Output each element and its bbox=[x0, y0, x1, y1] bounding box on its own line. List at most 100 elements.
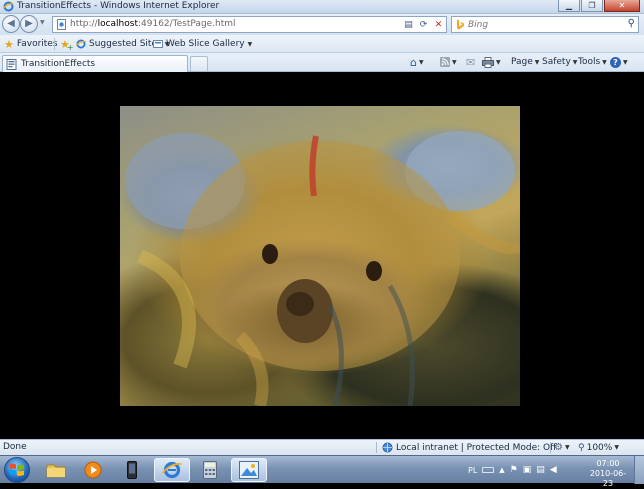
clock[interactable]: 07:00 2010-06-23 bbox=[588, 459, 628, 489]
tab-label: TransitionEffects bbox=[21, 59, 96, 69]
favorite-web-slice-gallery[interactable]: Web Slice Gallery ▼ bbox=[153, 35, 252, 53]
phone-icon bbox=[127, 461, 137, 479]
intranet-globe-icon bbox=[382, 442, 393, 453]
search-box[interactable]: ⚲ bbox=[451, 16, 639, 33]
start-button[interactable] bbox=[4, 457, 30, 483]
chevron-down-icon: ▼ bbox=[614, 444, 619, 451]
minimize-icon: ▁ bbox=[565, 0, 573, 10]
help-button[interactable]: ? ▼ bbox=[610, 53, 628, 71]
home-icon: ⌂ bbox=[410, 55, 417, 69]
taskbar-phone[interactable] bbox=[114, 458, 150, 482]
keyboard-icon[interactable] bbox=[482, 467, 495, 473]
chevron-down-icon: ▼ bbox=[623, 58, 628, 66]
taskbar-internet-explorer[interactable] bbox=[154, 458, 190, 482]
notification-area: PL ▲ ⚑ ▣ ▤ ◀ bbox=[468, 456, 557, 484]
ie-logo-icon bbox=[3, 1, 14, 12]
zoom-button[interactable]: ⚲ 100% ▼ bbox=[578, 440, 619, 455]
address-field[interactable]: http://localhost:49162/TestPage.html ▤ ⟳… bbox=[52, 16, 447, 33]
page-content bbox=[0, 72, 644, 439]
protected-mode-button[interactable]: ⚙ ▼ bbox=[554, 440, 570, 455]
ie-icon bbox=[76, 39, 86, 49]
chevron-down-icon: ▼ bbox=[452, 58, 457, 66]
read-mail-button[interactable]: ✉ bbox=[466, 53, 475, 71]
search-input[interactable] bbox=[468, 17, 618, 32]
bing-icon bbox=[457, 19, 464, 30]
windows-logo-icon bbox=[10, 463, 24, 476]
stop-icon[interactable]: ✕ bbox=[431, 18, 446, 31]
home-button[interactable]: ⌂ ▼ bbox=[410, 53, 424, 71]
refresh-icon[interactable]: ⟳ bbox=[416, 18, 431, 31]
network-icon[interactable]: ▤ bbox=[536, 465, 545, 475]
taskbar-explorer[interactable] bbox=[38, 458, 74, 482]
safety-menu-label: Safety bbox=[542, 57, 571, 67]
recent-pages-dropdown-icon[interactable]: ▼ bbox=[40, 19, 45, 26]
taskbar: PL ▲ ⚑ ▣ ▤ ◀ 07:00 2010-06-23 bbox=[0, 455, 644, 488]
suggested-sites-label: Suggested Sites bbox=[89, 39, 162, 49]
window-title: TransitionEffects - Windows Internet Exp… bbox=[17, 1, 220, 11]
favorites-bar: ★ Favorites ★ + Suggested Sites ▼ Web Sli… bbox=[0, 35, 644, 53]
tab-command-bar: TransitionEffects ⌂ ▼ ▼ ✉ ▼ Page ▼ Safet… bbox=[0, 53, 644, 72]
forward-arrow-icon: ▶ bbox=[25, 18, 33, 29]
restore-button[interactable]: ❐ bbox=[581, 0, 603, 12]
chevron-down-icon: ▼ bbox=[247, 40, 253, 48]
status-text: Done bbox=[3, 442, 27, 452]
close-button[interactable]: ✕ bbox=[604, 0, 640, 12]
mail-icon: ✉ bbox=[466, 55, 476, 69]
new-tab-button[interactable] bbox=[190, 56, 208, 71]
zoom-level: 100% bbox=[586, 442, 613, 453]
close-icon: ✕ bbox=[618, 0, 626, 10]
rss-feed-icon bbox=[440, 57, 450, 67]
page-menu[interactable]: Page ▼ bbox=[511, 53, 539, 71]
add-to-favorites-bar-button[interactable]: ★ + bbox=[60, 35, 74, 53]
page-icon bbox=[57, 19, 66, 30]
favorites-button[interactable]: ★ Favorites bbox=[4, 35, 58, 53]
security-zone[interactable]: Local intranet | Protected Mode: Off bbox=[382, 440, 556, 455]
title-bar[interactable]: TransitionEffects - Windows Internet Exp… bbox=[0, 0, 644, 14]
chevron-down-icon: ▼ bbox=[534, 58, 540, 66]
ie-icon bbox=[162, 461, 182, 479]
gear-icon: ⚙ bbox=[554, 442, 563, 453]
koala-illustration bbox=[125, 131, 520, 406]
show-desktop-button[interactable] bbox=[634, 456, 644, 484]
back-button[interactable]: ◀ bbox=[2, 15, 20, 33]
chevron-down-icon: ▼ bbox=[572, 58, 578, 66]
feeds-button[interactable]: ▼ bbox=[440, 53, 457, 71]
print-button[interactable]: ▼ bbox=[482, 53, 501, 71]
chevron-down-icon: ▼ bbox=[602, 58, 607, 66]
safely-remove-icon[interactable]: ▣ bbox=[523, 465, 532, 475]
taskbar-paint[interactable] bbox=[231, 458, 267, 482]
chevron-down-icon: ▼ bbox=[418, 58, 424, 66]
tools-menu-label: Tools bbox=[578, 57, 601, 67]
zoom-icon: ⚲ bbox=[578, 442, 585, 453]
address-bar-row: ◀ ▶ ▼ http://localhost:49162/TestPage.ht… bbox=[0, 14, 644, 35]
tools-menu[interactable]: Tools ▼ bbox=[578, 53, 607, 71]
language-indicator[interactable]: PL bbox=[468, 466, 477, 475]
favorites-label: Favorites bbox=[16, 39, 58, 49]
koala-transition-image bbox=[120, 106, 520, 406]
restore-icon: ❐ bbox=[588, 0, 596, 10]
search-icon[interactable]: ⚲ bbox=[628, 18, 635, 29]
web-slice-gallery-label: Web Slice Gallery bbox=[166, 39, 245, 49]
clock-time: 07:00 bbox=[596, 459, 620, 468]
web-slice-icon bbox=[153, 40, 163, 48]
folder-icon bbox=[46, 464, 66, 478]
minimize-button[interactable]: ▁ bbox=[558, 0, 580, 12]
chevron-down-icon: ▼ bbox=[564, 444, 570, 451]
favorites-star-icon: ★ bbox=[4, 37, 14, 51]
media-player-icon bbox=[84, 461, 102, 479]
taskbar-calculator[interactable] bbox=[192, 458, 228, 482]
print-icon bbox=[482, 56, 494, 68]
back-arrow-icon: ◀ bbox=[7, 18, 15, 29]
page-menu-label: Page bbox=[511, 57, 533, 67]
taskbar-media-player[interactable] bbox=[75, 458, 111, 482]
flag-icon[interactable]: ⚑ bbox=[510, 465, 518, 475]
safety-menu[interactable]: Safety ▼ bbox=[542, 53, 577, 71]
tab-transitioneffects[interactable]: TransitionEffects bbox=[2, 55, 188, 72]
zone-label: Local intranet | Protected Mode: Off bbox=[396, 442, 557, 453]
status-bar: Done Local intranet | Protected Mode: Of… bbox=[0, 439, 644, 455]
forward-button[interactable]: ▶ bbox=[20, 15, 38, 33]
volume-icon[interactable]: ◀ bbox=[550, 465, 557, 475]
url-text: http://localhost:49162/TestPage.html bbox=[70, 19, 236, 29]
tray-expand-icon[interactable]: ▲ bbox=[499, 466, 504, 474]
compatibility-view-icon[interactable]: ▤ bbox=[401, 18, 416, 31]
